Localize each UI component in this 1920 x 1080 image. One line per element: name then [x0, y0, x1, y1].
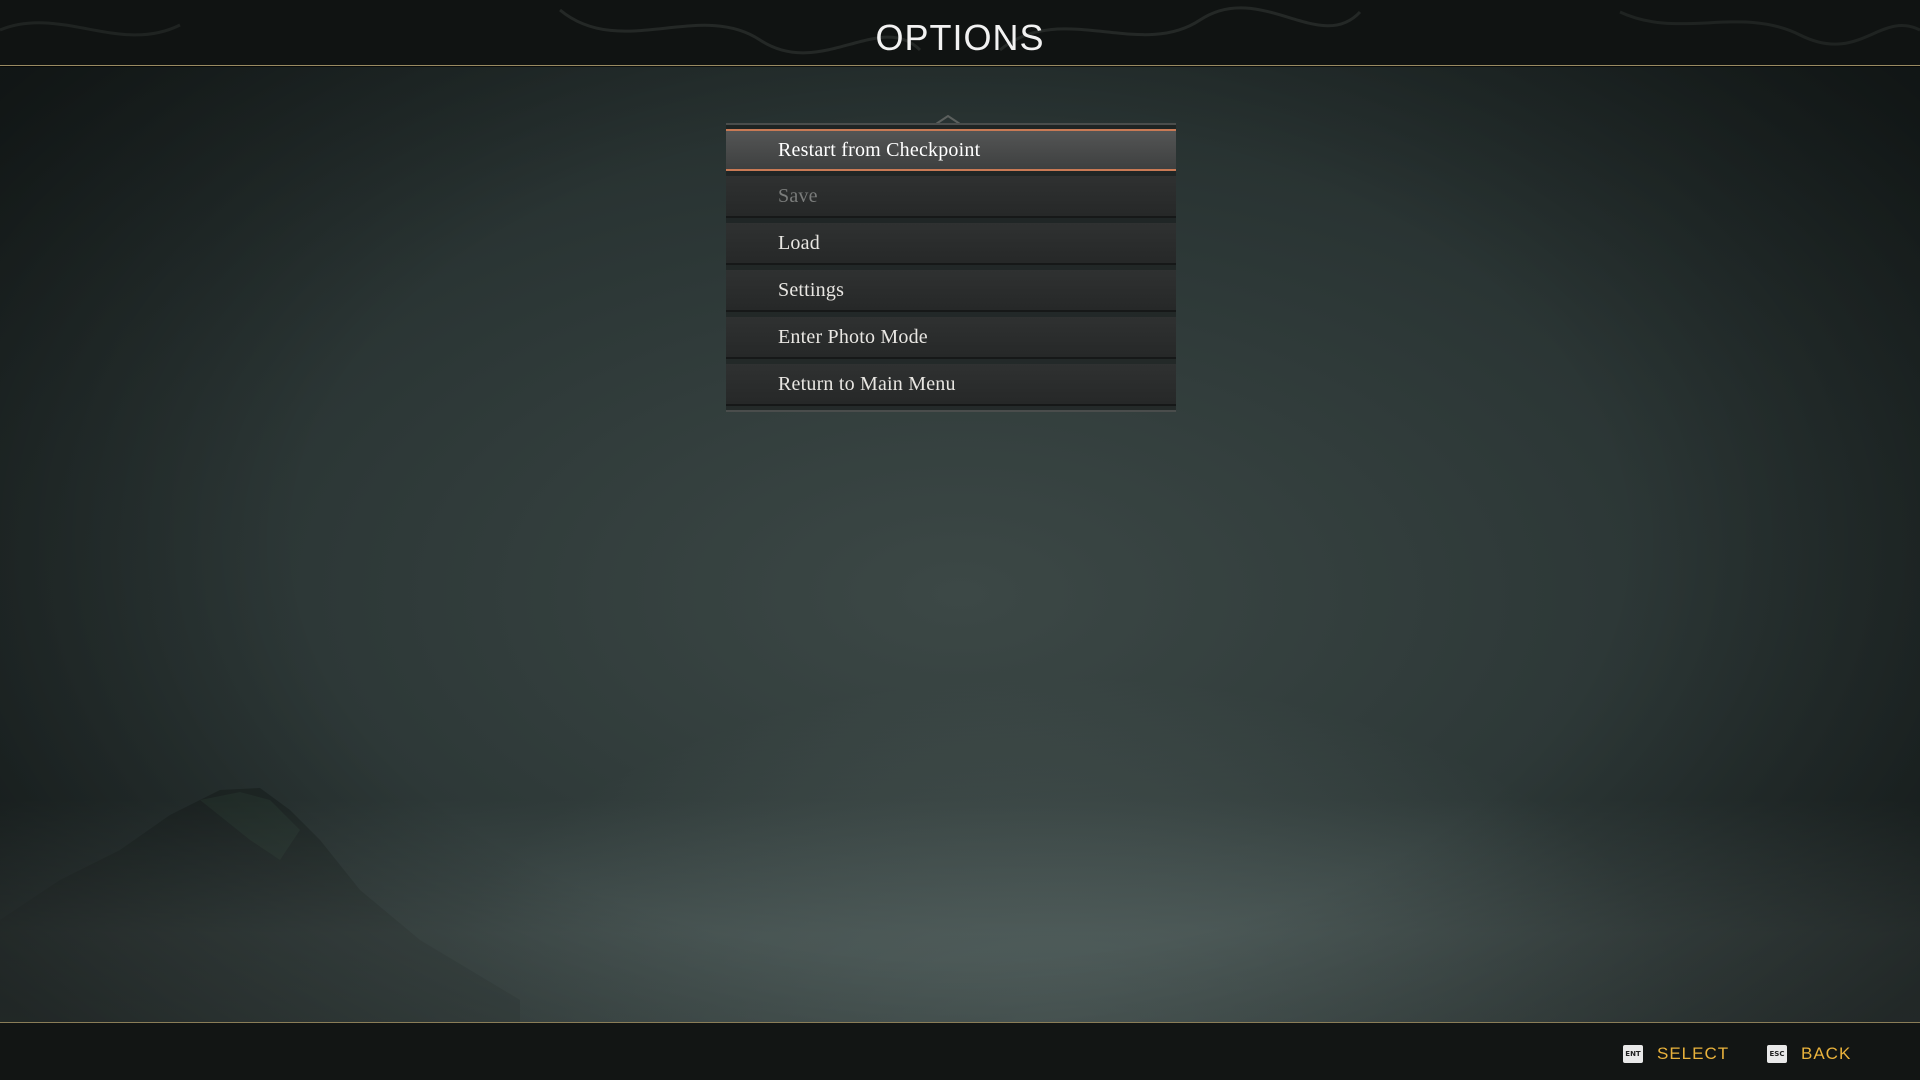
menu-item-label: Save [778, 185, 818, 207]
menu-item-load[interactable]: Load [726, 223, 1176, 265]
back-prompt[interactable]: ESC BACK [1767, 1043, 1851, 1065]
enter-key-icon: ENT [1623, 1045, 1643, 1063]
options-menu: Restart from Checkpoint Save Load Settin… [726, 123, 1176, 412]
menu-item-save[interactable]: Save [726, 176, 1176, 218]
escape-key-icon: ESC [1767, 1045, 1787, 1063]
select-prompt[interactable]: ENT SELECT [1623, 1043, 1729, 1065]
menu-item-enter-photo-mode[interactable]: Enter Photo Mode [726, 317, 1176, 359]
menu-item-label: Load [778, 232, 820, 254]
menu-item-label: Settings [778, 279, 845, 301]
menu-item-label: Return to Main Menu [778, 373, 956, 395]
select-prompt-label: SELECT [1657, 1044, 1730, 1063]
page-title: OPTIONS [875, 17, 1045, 58]
menu-item-label: Restart from Checkpoint [778, 139, 981, 161]
menu-item-return-to-main-menu[interactable]: Return to Main Menu [726, 364, 1176, 406]
menu-item-restart-from-checkpoint[interactable]: Restart from Checkpoint [726, 129, 1176, 171]
footer-bar: ENT SELECT ESC BACK [0, 1022, 1920, 1080]
header-bar: OPTIONS [0, 0, 1920, 66]
menu-item-settings[interactable]: Settings [726, 270, 1176, 312]
mountain-silhouette [0, 788, 520, 1030]
fog-layer [0, 800, 1920, 1022]
game-options-screen: OPTIONS Restart from Checkpoint Save Loa… [0, 0, 1920, 1080]
menu-item-label: Enter Photo Mode [778, 326, 928, 348]
back-prompt-label: BACK [1801, 1044, 1852, 1063]
